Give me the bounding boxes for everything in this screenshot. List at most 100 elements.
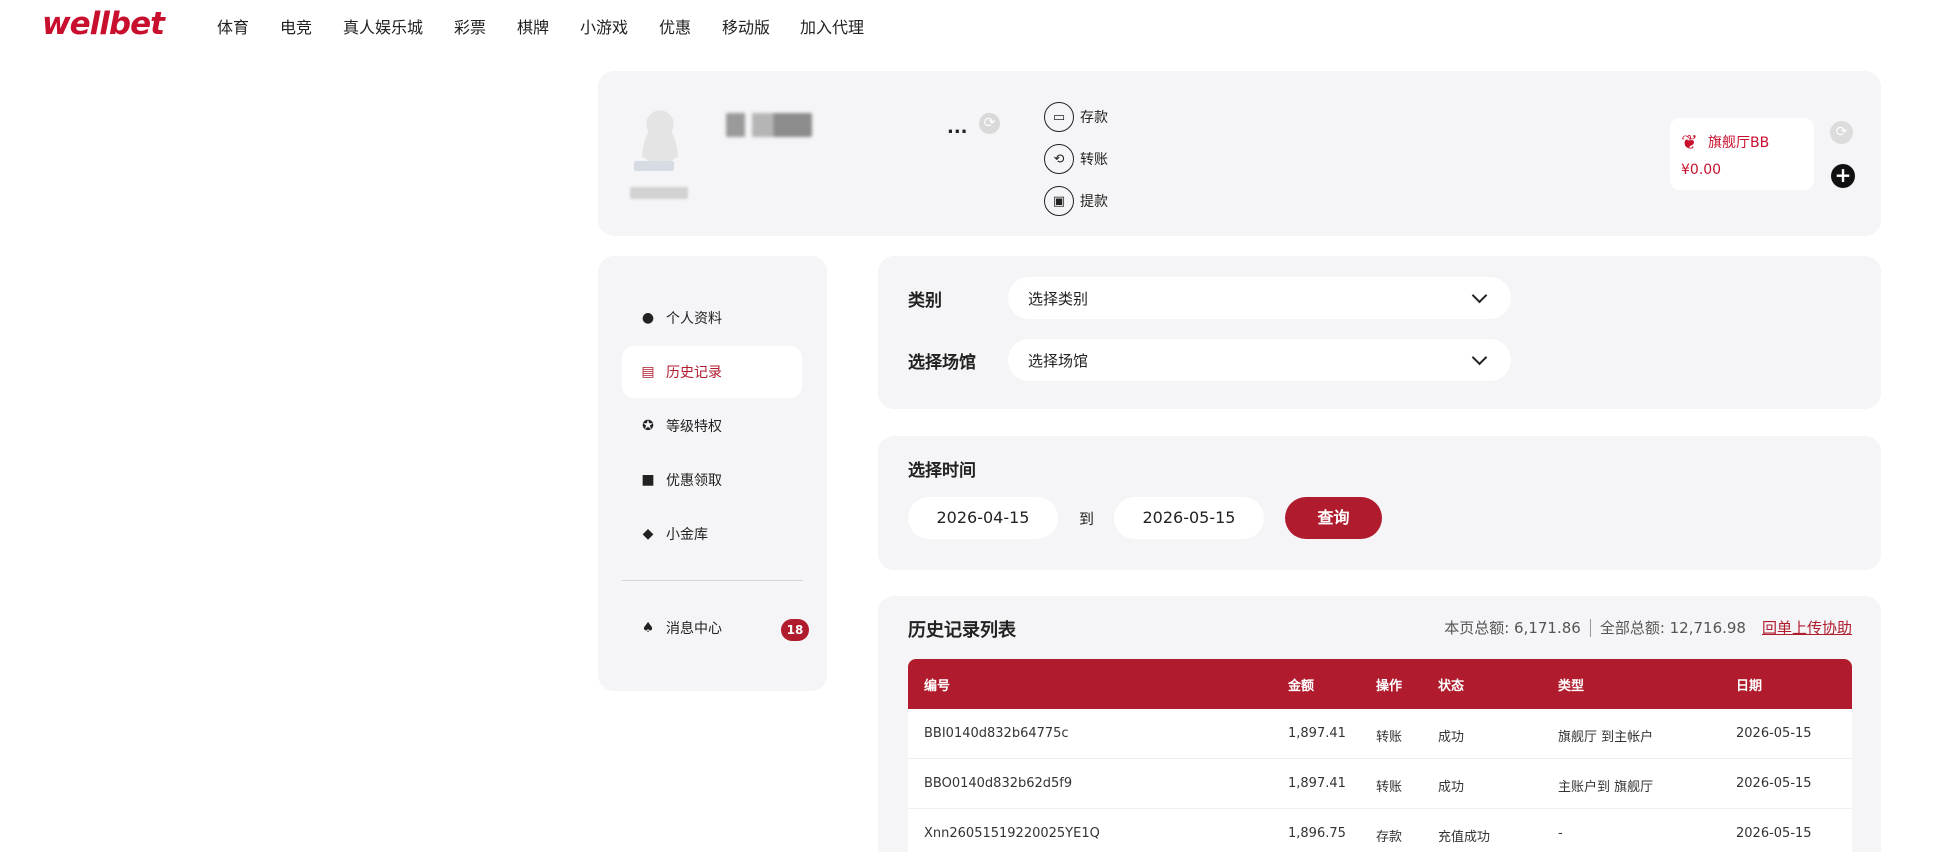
account-card: ... ⟳ ▭ 存款 ⟲ 转账 ▣ 提款 ❦ 旗舰厅BB ¥0.00 ⟳ + <box>598 71 1881 236</box>
cell-id: BBI0140d832b64775c <box>924 726 1069 741</box>
cell-id: Xnn26051519220025YE1Q <box>924 826 1100 841</box>
nav-sports[interactable]: 体育 <box>217 14 249 38</box>
brand-logo[interactable]: wellbet <box>42 6 165 42</box>
bell-icon: ♠ <box>641 620 655 636</box>
cell-id: BBO0140d832b62d5f9 <box>924 776 1073 791</box>
sidebar: ● 个人资料 ▤ 历史记录 ✪ 等级特权 ■ 优惠领取 ◆ 小金库 ♠ 消息中心… <box>598 256 827 691</box>
nav-chess-cards[interactable]: 棋牌 <box>517 14 549 38</box>
withdraw-label: 提款 <box>1080 194 1108 210</box>
sidebar-item-label: 历史记录 <box>666 365 722 381</box>
sidebar-item-messages[interactable]: ♠ 消息中心 18 <box>622 602 809 654</box>
transfer-button[interactable]: ⟲ 转账 <box>1044 144 1108 174</box>
venue-name: 旗舰厅BB <box>1708 135 1770 151</box>
filter-panel: 类别 选择类别 选择场馆 选择场馆 <box>878 256 1881 409</box>
history-title: 历史记录列表 <box>908 620 1016 641</box>
transfer-icon: ⟲ <box>1044 144 1074 174</box>
deposit-icon: ▭ <box>1044 102 1074 132</box>
venue-balance: ¥0.00 <box>1681 162 1722 178</box>
cell-action: 转账 <box>1376 730 1403 745</box>
venue-label: 选择场馆 <box>908 353 976 373</box>
refresh-balance-icon[interactable]: ⟳ <box>979 113 1000 134</box>
table-row[interactable]: Xnn26051519220025YE1Q 1,896.75 存款 充值成功 -… <box>908 809 1852 852</box>
add-venue-button[interactable]: + <box>1831 164 1855 188</box>
cell-date: 2026-05-15 <box>1736 726 1812 741</box>
deposit-button[interactable]: ▭ 存款 <box>1044 102 1108 132</box>
account-level <box>630 187 688 199</box>
deposit-label: 存款 <box>1080 110 1108 126</box>
history-panel: 历史记录列表 本页总额: 6,171.86 全部总额: 12,716.98 回单… <box>878 596 1881 852</box>
gift-icon: ■ <box>641 472 655 488</box>
user-icon: ● <box>641 310 655 326</box>
nav-mobile[interactable]: 移动版 <box>722 14 770 38</box>
cell-status: 成功 <box>1438 780 1465 795</box>
totals-divider <box>1589 618 1591 637</box>
top-navigation: wellbet 体育 电竞 真人娱乐城 彩票 棋牌 小游戏 优惠 移动版 加入代… <box>0 0 1936 50</box>
table-row[interactable]: BBO0140d832b62d5f9 1,897.41 转账 成功 主账户到 旗… <box>908 759 1852 809</box>
sidebar-item-history[interactable]: ▤ 历史记录 <box>622 346 802 398</box>
message-count-badge: 18 <box>781 619 809 641</box>
history-table: 编号 金额 操作 状态 类型 日期 BBI0140d832b64775c 1,8… <box>908 659 1852 852</box>
column-header-id: 编号 <box>924 679 951 694</box>
nav-lottery[interactable]: 彩票 <box>454 14 486 38</box>
sidebar-item-label: 优惠领取 <box>666 473 722 489</box>
all-total: 全部总额: 12,716.98 <box>1599 619 1746 637</box>
nav-esports[interactable]: 电竞 <box>280 14 312 38</box>
sidebar-item-vault[interactable]: ◆ 小金库 <box>622 508 802 560</box>
cell-type: - <box>1558 826 1563 841</box>
cell-date: 2026-05-15 <box>1736 776 1812 791</box>
cell-action: 转账 <box>1376 780 1403 795</box>
start-date-field[interactable]: 2026-04-15 <box>908 497 1058 539</box>
venue-select-value: 选择场馆 <box>1028 352 1089 370</box>
nav-mini-games[interactable]: 小游戏 <box>580 14 628 38</box>
sidebar-item-promotions[interactable]: ■ 优惠领取 <box>622 454 802 506</box>
column-header-date: 日期 <box>1736 679 1763 694</box>
sidebar-item-label: 小金库 <box>666 527 708 543</box>
cell-action: 存款 <box>1376 830 1403 845</box>
nav-promotions[interactable]: 优惠 <box>659 14 691 38</box>
sidebar-item-profile[interactable]: ● 个人资料 <box>622 292 802 344</box>
cell-type: 旗舰厅 到主帐户 <box>1558 730 1654 745</box>
column-header-action: 操作 <box>1376 679 1403 694</box>
cell-amount: 1,897.41 <box>1288 726 1346 741</box>
transfer-label: 转账 <box>1080 152 1108 168</box>
venue-select[interactable]: 选择场馆 <box>1008 339 1511 381</box>
end-date-field[interactable]: 2026-05-15 <box>1114 497 1264 539</box>
cell-date: 2026-05-15 <box>1736 826 1812 841</box>
cell-status: 充值成功 <box>1438 830 1491 845</box>
medal-icon: ✪ <box>642 418 654 434</box>
category-label: 类别 <box>908 291 942 311</box>
page-total: 本页总额: 6,171.86 <box>1444 619 1581 637</box>
sidebar-divider <box>622 580 803 581</box>
avatar <box>632 103 688 163</box>
sidebar-item-label: 个人资料 <box>666 311 722 327</box>
time-title: 选择时间 <box>908 461 976 481</box>
username <box>726 113 812 137</box>
category-select[interactable]: 选择类别 <box>1008 277 1511 319</box>
history-icon: ▤ <box>641 364 655 380</box>
sidebar-item-vip[interactable]: ✪ 等级特权 <box>622 400 802 452</box>
nav-join-agent[interactable]: 加入代理 <box>800 14 864 38</box>
main-balance: ... <box>947 117 968 138</box>
category-select-value: 选择类别 <box>1028 290 1089 308</box>
cell-type: 主账户到 旗舰厅 <box>1558 780 1654 795</box>
refresh-venue-icon[interactable]: ⟳ <box>1830 121 1853 144</box>
query-button[interactable]: 查询 <box>1285 497 1382 539</box>
time-panel: 选择时间 2026-04-15 到 2026-05-15 查询 <box>878 436 1881 570</box>
table-row[interactable]: BBI0140d832b64775c 1,897.41 转账 成功 旗舰厅 到主… <box>908 709 1852 759</box>
sidebar-item-label: 等级特权 <box>666 419 722 435</box>
venue-wallet[interactable]: ❦ 旗舰厅BB ¥0.00 <box>1670 118 1814 190</box>
diamond-icon: ◆ <box>642 526 654 542</box>
sidebar-item-label: 消息中心 <box>666 621 722 637</box>
chevron-down-icon <box>1471 349 1488 366</box>
withdraw-button[interactable]: ▣ 提款 <box>1044 186 1108 216</box>
wings-icon: ❦ <box>1681 130 1698 154</box>
withdraw-icon: ▣ <box>1044 186 1074 216</box>
column-header-amount: 金额 <box>1288 679 1315 694</box>
column-header-status: 状态 <box>1438 679 1465 694</box>
receipt-upload-link[interactable]: 回单上传协助 <box>1762 617 1852 638</box>
nav-live-casino[interactable]: 真人娱乐城 <box>343 14 423 38</box>
column-header-type: 类型 <box>1558 679 1585 694</box>
cell-amount: 1,897.41 <box>1288 776 1346 791</box>
chevron-down-icon <box>1471 287 1488 304</box>
table-header: 编号 金额 操作 状态 类型 日期 <box>908 659 1852 709</box>
